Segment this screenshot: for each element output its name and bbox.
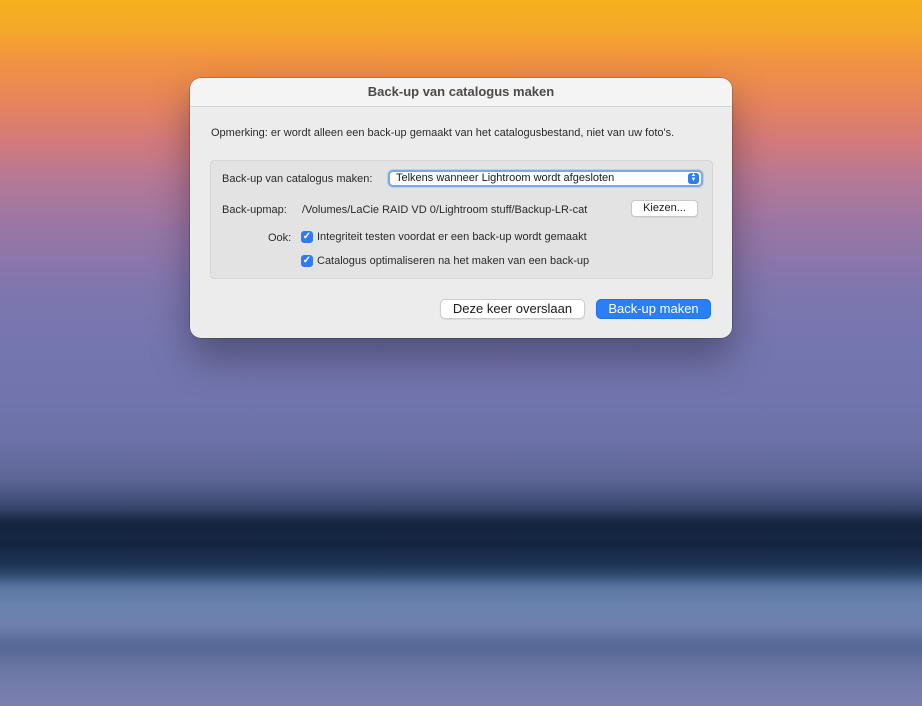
settings-group: Back-up van catalogus maken: Telkens wan… [210,160,713,279]
skip-button[interactable]: Deze keer overslaan [440,299,585,319]
backup-catalog-dialog: Back-up van catalogus maken Opmerking: e… [190,78,732,338]
frequency-label: Back-up van catalogus maken: [222,173,373,185]
checkmark-icon[interactable]: ✓ [301,231,313,243]
note-text: Opmerking: er wordt alleen een back-up g… [211,127,675,139]
updown-chevron-icon: ▲ ▼ [688,172,699,184]
dialog-title: Back-up van catalogus maken [190,78,732,107]
wallpaper-streak [0,518,922,532]
wallpaper-streak [0,640,922,648]
integrity-option-label: Integriteit testen voordat er een back-u… [317,231,587,243]
frequency-popup[interactable]: Telkens wanneer Lightroom wordt afgeslot… [388,170,703,187]
folder-path: /Volumes/LaCie RAID VD 0/Lightroom stuff… [302,204,588,216]
backup-button[interactable]: Back-up maken [596,299,711,319]
wallpaper-streak [0,585,922,595]
also-label: Ook: [268,232,292,244]
checkmark-icon[interactable]: ✓ [301,255,313,267]
frequency-selected-value: Telkens wanneer Lightroom wordt afgeslot… [396,172,615,184]
choose-folder-button[interactable]: Kiezen... [631,200,698,217]
folder-label: Back-upmap: [222,204,287,216]
optimize-option-label: Catalogus optimaliseren na het maken van… [317,255,590,267]
